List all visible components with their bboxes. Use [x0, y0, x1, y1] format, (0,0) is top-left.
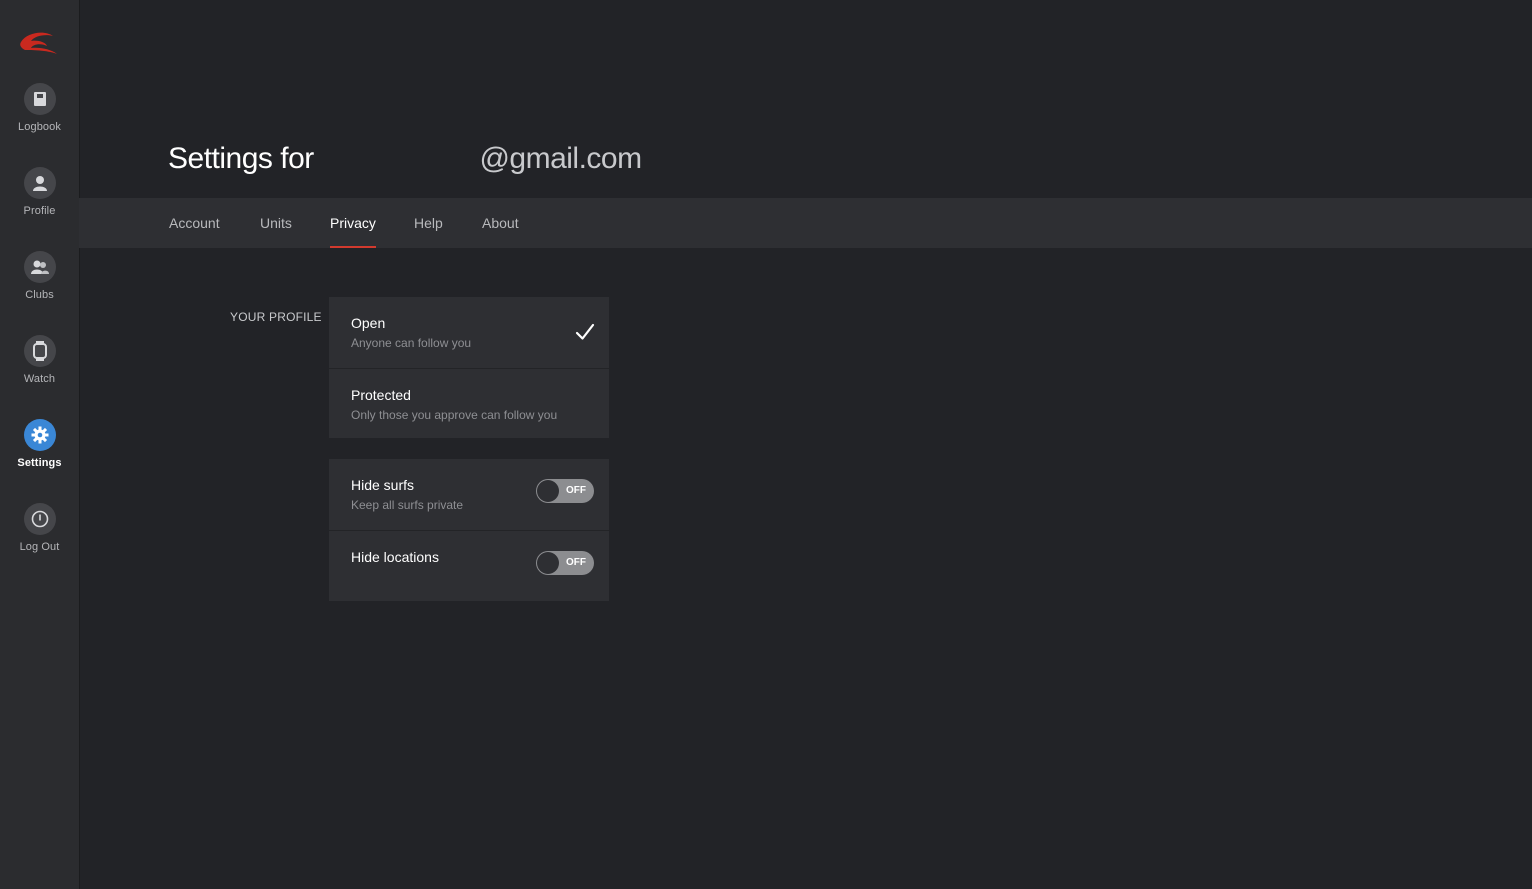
sidebar-item-label: Log Out — [19, 541, 60, 553]
toggle-state-label: OFF — [566, 485, 586, 496]
option-subtitle: Only those you approve can follow you — [351, 408, 558, 422]
tab-account[interactable]: Account — [169, 198, 220, 248]
sidebar-item-logout[interactable]: Log Out — [0, 503, 79, 567]
toggle-knob — [537, 480, 559, 502]
section-label-your-profile: YOUR PROFILE — [230, 310, 322, 324]
page-title: Settings for @gmail.com — [168, 142, 642, 186]
person-icon — [23, 167, 56, 199]
sidebar-item-watch[interactable]: Watch — [0, 335, 79, 399]
sidebar-item-settings[interactable]: Settings — [0, 419, 79, 483]
toggle-state-label: OFF — [566, 557, 586, 568]
brand-logo-icon[interactable] — [17, 28, 61, 58]
page-title-prefix: Settings for — [168, 142, 314, 175]
sidebar-item-label: Watch — [23, 373, 56, 385]
sidebar: Logbook Profile Clubs Watch Settings Log… — [0, 0, 80, 889]
hide-surfs-toggle[interactable]: OFF — [536, 479, 594, 503]
profile-option-protected[interactable]: Protected Only those you approve can fol… — [329, 368, 609, 438]
tab-about[interactable]: About — [482, 198, 519, 248]
option-subtitle: Anyone can follow you — [351, 336, 472, 350]
option-title: Protected — [351, 387, 411, 403]
tab-units[interactable]: Units — [260, 198, 292, 248]
sidebar-item-label: Profile — [23, 205, 56, 217]
privacy-toggles-card: Hide surfs Keep all surfs private OFF Hi… — [329, 459, 609, 601]
sidebar-item-label: Logbook — [18, 121, 61, 133]
hide-surfs-row: Hide surfs Keep all surfs private OFF — [329, 459, 609, 530]
profile-visibility-card: Open Anyone can follow you Protected Onl… — [329, 297, 609, 438]
page-title-email-domain: @gmail.com — [479, 142, 642, 175]
sidebar-item-label: Clubs — [25, 289, 54, 301]
group-icon — [23, 251, 56, 283]
gear-icon — [23, 419, 56, 451]
power-icon — [23, 503, 56, 535]
sidebar-item-clubs[interactable]: Clubs — [0, 251, 79, 315]
checkmark-icon — [575, 323, 595, 340]
tab-help[interactable]: Help — [414, 198, 443, 248]
option-title: Open — [351, 315, 386, 331]
profile-option-open[interactable]: Open Anyone can follow you — [329, 297, 609, 368]
sidebar-item-profile[interactable]: Profile — [0, 167, 79, 231]
settings-tab-bar: Account Units Privacy Help About — [79, 198, 1532, 248]
sidebar-item-logbook[interactable]: Logbook — [0, 83, 79, 147]
book-icon — [23, 83, 56, 115]
hide-locations-row: Hide locations OFF — [329, 530, 609, 601]
watch-icon — [23, 335, 56, 367]
tab-privacy[interactable]: Privacy — [330, 198, 376, 248]
hide-locations-toggle[interactable]: OFF — [536, 551, 594, 575]
sidebar-item-label: Settings — [17, 457, 62, 469]
toggle-knob — [537, 552, 559, 574]
